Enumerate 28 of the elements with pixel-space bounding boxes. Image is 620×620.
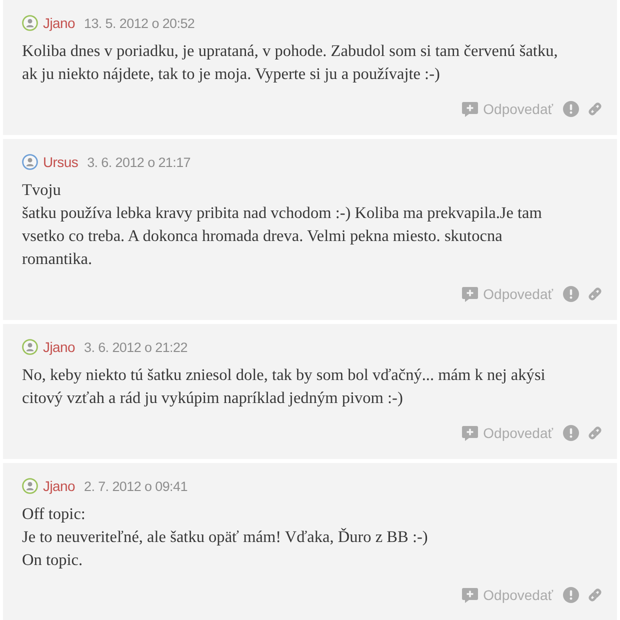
author-link[interactable]: Jjano [43,15,75,31]
link-icon[interactable] [587,286,603,302]
comment-text: Off topic: Je to neuveriteľné, ale šatku opäť mám! Vďaka, Ďuro z BB :-) On topic. [22,503,429,571]
author-link[interactable]: Ursus [43,154,78,170]
exclamation-icon[interactable] [563,101,579,117]
reply-button[interactable]: Odpovedať [462,587,553,603]
comment-plus-icon [462,588,478,602]
link-icon[interactable] [587,425,603,441]
comment-plus-icon [462,102,478,116]
comment-text: Koliba dnes v poriadku, je uprataná, v pohode. Zabudol som si tam červenú šatku, ak ju niekto nájdete, tak to je moja. Vyperte si ju a používajte :-) [22,40,559,85]
link-icon[interactable] [587,587,603,603]
exclamation-icon[interactable] [563,587,579,603]
reply-button[interactable]: Odpovedať [462,286,553,302]
reply-button[interactable]: Odpovedať [462,425,553,441]
comment-plus-icon [462,426,478,440]
link-icon[interactable] [587,101,603,117]
comment-date: 2. 7. 2012 o 09:41 [84,478,188,494]
reply-button[interactable]: Odpovedať [462,101,553,117]
comment-plus-icon [462,286,478,302]
comment-text: No, keby niekto tú šatku zniesol dole, tak by som bol vďačný... mám k nej akýsi citový vzťah a rád ju vykúpim napríklad jedným pivom :-) [22,364,546,409]
exclamation-icon[interactable] [563,425,579,441]
author-link[interactable]: Jjano [43,478,75,494]
comment-date: 3. 6. 2012 o 21:22 [84,340,188,354]
comment-text: Tvoju šatku používa lebka kravy pribita nad vchodom :-) Koliba ma prekvapila.Je tam vsetko co treba. A dokonca hromada dreva. Velmi pekna miesto. skutocna romantika. [22,179,543,270]
exclamation-icon[interactable] [563,286,579,302]
comment-date: 3. 6. 2012 o 21:17 [87,154,191,170]
author-link[interactable]: Jjano [43,339,75,355]
comment-date: 13. 5. 2012 o 20:52 [84,16,195,30]
